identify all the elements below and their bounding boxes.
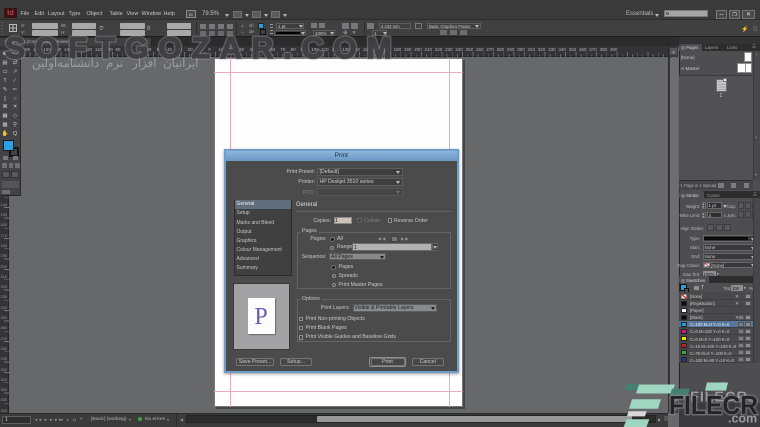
svg-text:.com: .com bbox=[728, 412, 757, 426]
